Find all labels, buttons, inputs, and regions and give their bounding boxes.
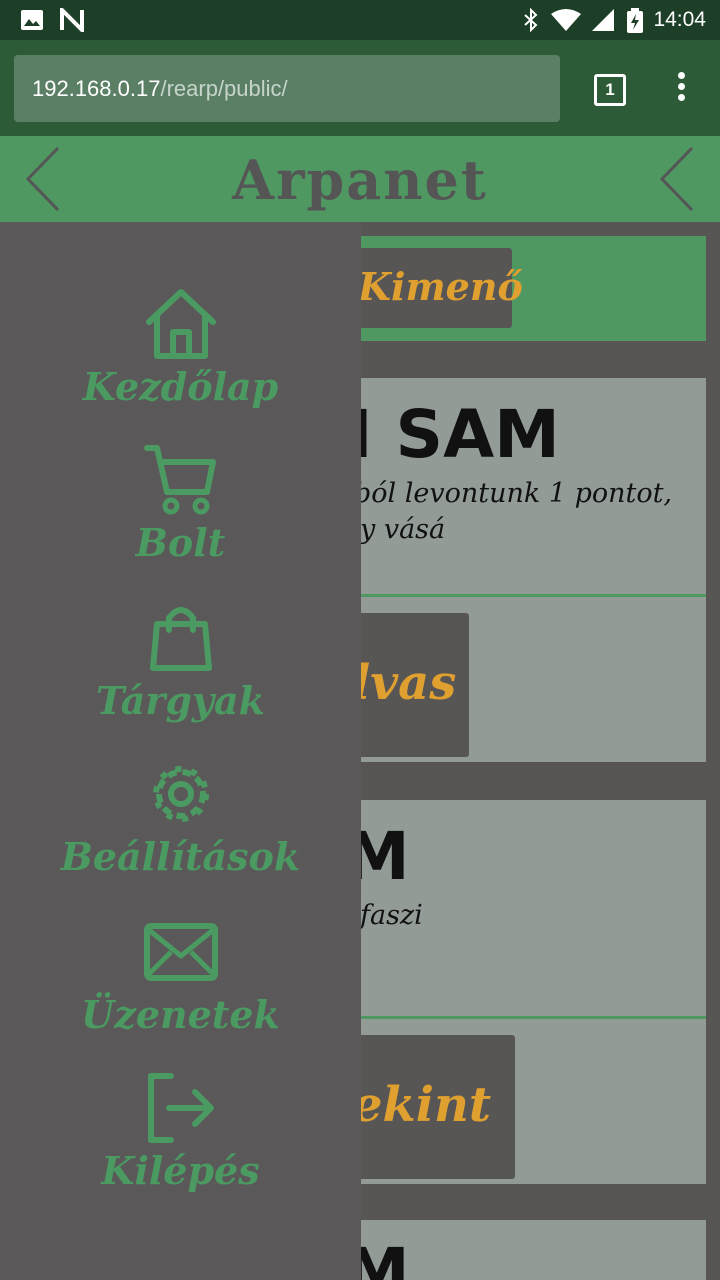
nav-item-shop[interactable]: Bolt — [0, 444, 361, 565]
nav-label-messages: Üzenetek — [81, 992, 280, 1037]
image-notification-icon — [21, 10, 43, 30]
bag-icon — [149, 607, 212, 671]
nav-item-items[interactable]: Tárgyak — [0, 602, 361, 723]
gear-icon — [152, 766, 209, 822]
status-bar: 14:04 — [0, 0, 720, 40]
nav-item-logout[interactable]: Kilépés — [0, 1072, 361, 1193]
cart-icon — [143, 445, 216, 515]
nav-item-settings[interactable]: Beállítások — [0, 758, 361, 879]
url-path: /rearp/public/ — [160, 76, 288, 101]
outgoing-button[interactable]: Kimenő — [352, 248, 523, 328]
app-title: Arpanet — [232, 148, 488, 212]
wifi-icon — [551, 9, 581, 31]
message-text-1a: ból levontunk 1 pontot, — [354, 478, 673, 509]
message-card-3: M — [352, 1220, 706, 1280]
message-text-2: faszi — [360, 900, 423, 931]
browser-toolbar: 192.168.0.17/rearp/public/ 1 — [0, 40, 720, 136]
battery-icon — [627, 8, 643, 33]
drawer-toggle-chevron-icon[interactable] — [658, 146, 698, 212]
browser-menu-icon[interactable] — [668, 72, 694, 108]
url-bar[interactable]: 192.168.0.17/rearp/public/ — [14, 55, 560, 122]
tab-switcher-button[interactable]: 1 — [594, 74, 626, 106]
message-card-2: M faszi — [344, 800, 706, 1016]
view-button-2[interactable]: ekint — [352, 1035, 515, 1179]
message-text-1b: y vásá — [360, 514, 446, 545]
nav-label-items: Tárgyak — [96, 678, 265, 723]
message-actions-2: ekint — [352, 1019, 706, 1184]
message-title-1: I SAM — [348, 396, 560, 473]
nav-label-settings: Beállítások — [60, 834, 301, 879]
app-header: Arpanet — [0, 136, 720, 222]
nav-label-shop: Bolt — [135, 520, 226, 565]
mail-icon — [143, 923, 218, 981]
outgoing-card: Kimenő — [352, 236, 706, 341]
read-button-1[interactable]: lvas — [352, 613, 469, 757]
n-notification-icon — [60, 8, 84, 32]
nav-label-logout: Kilépés — [101, 1148, 260, 1193]
nav-label-home: Kezdőlap — [82, 364, 279, 409]
message-card-1: I SAM ból levontunk 1 pontot, y vásá — [348, 378, 706, 594]
status-time: 14:04 — [653, 8, 706, 31]
message-actions-1: lvas — [352, 597, 706, 762]
nav-drawer: Kezdőlap Bolt Tárgyak Beállítások Üzenet… — [0, 222, 361, 1280]
home-icon — [145, 289, 216, 359]
bluetooth-icon — [524, 8, 538, 32]
nav-item-home[interactable]: Kezdőlap — [0, 288, 361, 409]
url-host: 192.168.0.17 — [32, 76, 161, 101]
signal-icon — [592, 9, 614, 31]
nav-item-messages[interactable]: Üzenetek — [0, 916, 361, 1037]
logout-icon — [147, 1073, 214, 1143]
